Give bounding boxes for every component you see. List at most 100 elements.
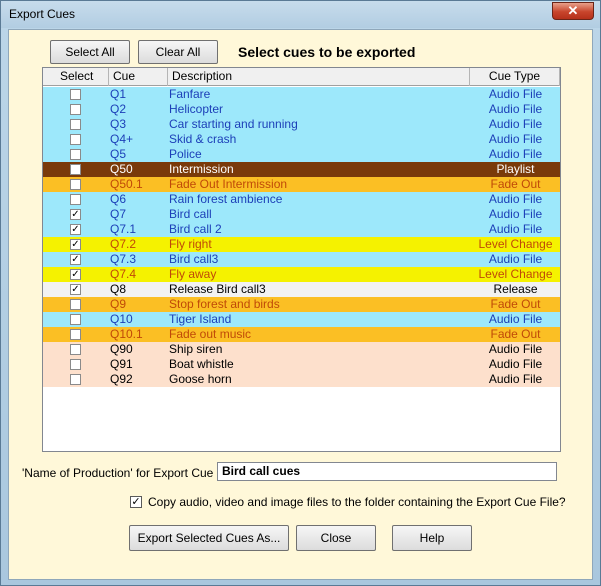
cue-type: Audio File — [488, 132, 543, 146]
close-button[interactable]: Close — [296, 525, 376, 551]
export-cues-dialog: Export Cues ✕ Select All Clear All Selec… — [0, 0, 601, 586]
table-header: Select Cue Description Cue Type — [43, 68, 560, 86]
row-select-checkbox[interactable]: ✓ — [70, 269, 81, 280]
cue-description: Car starting and running — [169, 117, 298, 131]
production-name-input[interactable]: Bird call cues — [217, 462, 557, 481]
table-row[interactable]: Q10.1 Fade out music Fade Out — [43, 327, 560, 342]
table-row[interactable]: Q91 Boat whistle Audio File — [43, 357, 560, 372]
cue-type: Audio File — [488, 222, 543, 236]
cue-description: Fly away — [169, 267, 217, 281]
cue-description: Ship siren — [169, 342, 223, 356]
select-all-button[interactable]: Select All — [50, 40, 130, 64]
copy-files-checkbox[interactable]: ✓ — [130, 496, 142, 508]
row-select-checkbox[interactable] — [70, 359, 81, 370]
cue-description: Fade Out Intermission — [169, 177, 288, 191]
row-select-checkbox[interactable] — [70, 344, 81, 355]
table-row[interactable]: Q90 Ship siren Audio File — [43, 342, 560, 357]
column-header-cue-type[interactable]: Cue Type — [470, 68, 560, 86]
cue-number: Q50.1 — [110, 177, 143, 191]
table-row[interactable]: Q4+ Skid & crash Audio File — [43, 132, 560, 147]
row-select-checkbox[interactable] — [70, 89, 81, 100]
table-row[interactable]: Q1 Fanfare Audio File — [43, 87, 560, 102]
table-row[interactable]: ✓ Q7.1 Bird call 2 Audio File — [43, 222, 560, 237]
table-row[interactable]: Q2 Helicopter Audio File — [43, 102, 560, 117]
page-title: Select cues to be exported — [238, 44, 416, 60]
cue-type: Audio File — [488, 147, 543, 161]
row-select-checkbox[interactable] — [70, 119, 81, 130]
cue-description: Boat whistle — [169, 357, 234, 371]
table-row[interactable]: Q10 Tiger Island Audio File — [43, 312, 560, 327]
cue-type: Level Change — [478, 267, 553, 281]
title-bar[interactable]: Export Cues ✕ — [1, 1, 600, 28]
table-row[interactable]: Q50.1 Fade Out Intermission Fade Out — [43, 177, 560, 192]
row-select-checkbox[interactable] — [70, 194, 81, 205]
cue-number: Q91 — [110, 357, 133, 371]
production-name-label: 'Name of Production' for Export Cue File — [22, 466, 237, 480]
cue-number: Q8 — [110, 282, 127, 296]
cue-number: Q7.2 — [110, 237, 137, 251]
table-row[interactable]: ✓ Q7.3 Bird call3 Audio File — [43, 252, 560, 267]
column-header-cue[interactable]: Cue — [109, 68, 168, 86]
row-select-checkbox[interactable] — [70, 134, 81, 145]
table-row[interactable]: Q5 Police Audio File — [43, 147, 560, 162]
row-select-checkbox[interactable]: ✓ — [70, 284, 81, 295]
cue-number: Q7 — [110, 207, 127, 221]
table-row[interactable]: Q50 Intermission Playlist — [43, 162, 560, 177]
table-row[interactable]: Q6 Rain forest ambience Audio File — [43, 192, 560, 207]
row-select-checkbox[interactable] — [70, 314, 81, 325]
help-button[interactable]: Help — [392, 525, 472, 551]
table-row[interactable]: ✓ Q7 Bird call Audio File — [43, 207, 560, 222]
column-header-select[interactable]: Select — [43, 68, 109, 86]
cue-number: Q7.1 — [110, 222, 137, 236]
cue-type: Audio File — [488, 117, 543, 131]
cue-description: Fanfare — [169, 87, 211, 101]
cue-description: Fly right — [169, 237, 212, 251]
cue-description: Bird call — [169, 207, 212, 221]
cue-number: Q3 — [110, 117, 127, 131]
row-select-checkbox[interactable]: ✓ — [70, 209, 81, 220]
table-row[interactable]: Q9 Stop forest and birds Fade Out — [43, 297, 560, 312]
copy-files-label[interactable]: Copy audio, video and image files to the… — [148, 495, 566, 509]
row-select-checkbox[interactable]: ✓ — [70, 224, 81, 235]
cue-list-table[interactable]: Select Cue Description Cue Type Q1 Fanfar… — [42, 67, 561, 452]
cue-description: Bird call 2 — [169, 222, 222, 236]
table-row[interactable]: ✓ Q7.2 Fly right Level Change — [43, 237, 560, 252]
row-select-checkbox[interactable]: ✓ — [70, 254, 81, 265]
dialog-body: Select All Clear All Select cues to be e… — [8, 29, 593, 580]
cue-type: Playlist — [496, 162, 535, 176]
cue-description: Stop forest and birds — [169, 297, 280, 311]
close-window-button[interactable]: ✕ — [552, 2, 594, 20]
cue-type: Fade Out — [490, 177, 541, 191]
cue-type: Audio File — [488, 372, 543, 386]
close-icon: ✕ — [567, 3, 579, 18]
cue-type: Fade Out — [490, 297, 541, 311]
row-select-checkbox[interactable] — [70, 299, 81, 310]
table-row[interactable]: Q92 Goose horn Audio File — [43, 372, 560, 387]
cue-number: Q1 — [110, 87, 127, 101]
cue-number: Q7.4 — [110, 267, 137, 281]
cue-description: Helicopter — [169, 102, 224, 116]
cue-number: Q2 — [110, 102, 127, 116]
row-select-checkbox[interactable] — [70, 104, 81, 115]
row-select-checkbox[interactable] — [70, 179, 81, 190]
cue-type: Release — [493, 282, 538, 296]
row-select-checkbox[interactable] — [70, 329, 81, 340]
cue-number: Q92 — [110, 372, 133, 386]
cue-number: Q50 — [110, 162, 133, 176]
clear-all-button[interactable]: Clear All — [138, 40, 218, 64]
table-row[interactable]: ✓ Q7.4 Fly away Level Change — [43, 267, 560, 282]
cue-number: Q7.3 — [110, 252, 137, 266]
row-select-checkbox[interactable]: ✓ — [70, 239, 81, 250]
table-row[interactable]: Q3 Car starting and running Audio File — [43, 117, 560, 132]
export-selected-cues-button[interactable]: Export Selected Cues As... — [129, 525, 289, 551]
cue-number: Q4+ — [110, 132, 134, 146]
row-select-checkbox[interactable] — [70, 164, 81, 175]
cue-type: Audio File — [488, 312, 543, 326]
column-header-description[interactable]: Description — [168, 68, 470, 86]
cue-type: Audio File — [488, 87, 543, 101]
row-select-checkbox[interactable] — [70, 149, 81, 160]
table-row[interactable]: ✓ Q8 Release Bird call3 Release — [43, 282, 560, 297]
cue-description: Skid & crash — [169, 132, 237, 146]
row-select-checkbox[interactable] — [70, 374, 81, 385]
cue-type: Level Change — [478, 237, 553, 251]
